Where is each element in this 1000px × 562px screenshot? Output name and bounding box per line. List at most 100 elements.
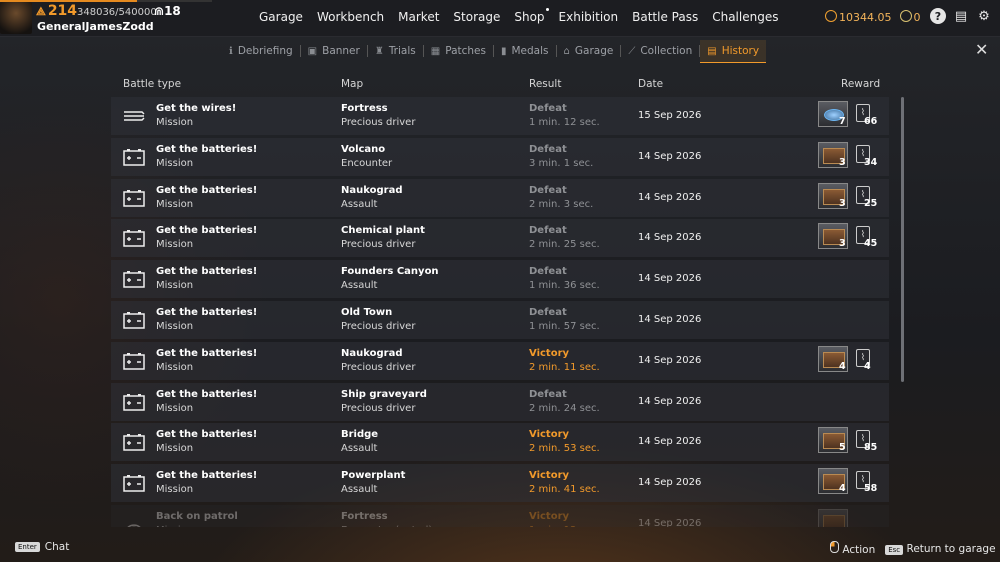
nav-storage[interactable]: Storage bbox=[446, 10, 507, 24]
battle-title: Back on patrol bbox=[156, 511, 238, 522]
result-status: Defeat bbox=[529, 184, 567, 196]
tab-label: Banner bbox=[322, 45, 360, 57]
battle-date: 14 Sep 2026 bbox=[638, 477, 702, 489]
action-hint[interactable]: Action bbox=[830, 541, 875, 556]
tab-garage[interactable]: ⌂ Garage bbox=[557, 40, 621, 62]
battle-title: Get the wires! bbox=[156, 103, 237, 114]
scrollbar[interactable] bbox=[901, 97, 904, 382]
result-status: Defeat bbox=[529, 307, 567, 318]
table-row[interactable]: Get the batteries! Mission Founders Canyon… bbox=[111, 260, 889, 299]
chest-icon bbox=[823, 515, 845, 527]
history-icon: ▤ bbox=[707, 45, 717, 57]
tab-label: Garage bbox=[574, 45, 614, 57]
table-row[interactable]: Get the batteries! Mission Bridge Assault Vi… bbox=[111, 423, 889, 462]
notification-dot bbox=[545, 8, 549, 11]
battle-kind: Mission bbox=[156, 321, 194, 332]
reward-item[interactable] bbox=[818, 509, 848, 527]
result-duration: 2 min. 41 sec. bbox=[529, 484, 600, 496]
table-row[interactable]: Get the batteries! Mission Powerplant Assau… bbox=[111, 464, 889, 503]
reward-scrap-count: 58 bbox=[864, 483, 878, 495]
table-row[interactable]: Back on patrol Mission Fortress Encounter (… bbox=[111, 505, 889, 527]
mouse-icon bbox=[830, 541, 839, 553]
gear-icon[interactable]: ⚙ bbox=[976, 8, 992, 24]
battery-icon bbox=[123, 352, 145, 370]
battle-kind: Mission bbox=[156, 525, 193, 527]
nav-garage[interactable]: Garage bbox=[252, 10, 310, 24]
player-xp: 348036/540000 bbox=[77, 7, 157, 18]
nav-exhibition[interactable]: Exhibition bbox=[552, 10, 626, 24]
result-status: Defeat bbox=[529, 103, 567, 114]
reward-item-count: 3 bbox=[839, 156, 846, 168]
battery-icon bbox=[123, 433, 145, 452]
table-row[interactable]: Get the wires! Mission Fortress Precious dr… bbox=[111, 97, 889, 135]
reward-item-count: 7 bbox=[839, 116, 846, 127]
result-duration: 1 min. 12 sec. bbox=[529, 525, 600, 527]
player-name[interactable]: GeneralJamesZodd bbox=[37, 20, 154, 33]
badges-amount[interactable]: 0 bbox=[899, 10, 921, 24]
result-duration: 2 min. 11 sec. bbox=[529, 361, 600, 373]
battle-kind: Mission bbox=[156, 443, 194, 455]
battle-title: Get the batteries! bbox=[156, 266, 258, 278]
column-date[interactable]: Date bbox=[638, 78, 663, 90]
table-row[interactable]: Get the batteries! Mission Chemical plant P… bbox=[111, 219, 889, 258]
tab-trials[interactable]: ♜ Trials bbox=[368, 40, 423, 62]
battle-date: 14 Sep 2026 bbox=[638, 314, 702, 325]
result-status: Victory bbox=[529, 511, 570, 522]
battle-kind: Mission bbox=[156, 280, 194, 292]
esc-key: Esc bbox=[885, 544, 904, 555]
nav-challenges[interactable]: Challenges bbox=[705, 10, 785, 24]
avatar[interactable] bbox=[0, 2, 32, 34]
battle-date: 14 Sep 2026 bbox=[638, 436, 702, 448]
tab-collection[interactable]: ⟋ Collection bbox=[621, 40, 699, 62]
top-icons: ? ▤ ⚙ bbox=[930, 8, 992, 24]
result-duration: 1 min. 36 sec. bbox=[529, 280, 600, 292]
tab-history[interactable]: ▤ History bbox=[700, 40, 767, 63]
footer-actions: Action Esc Return to garage bbox=[830, 541, 996, 556]
table-row[interactable]: Get the batteries! Mission Volcano Encounte… bbox=[111, 137, 889, 176]
table-row[interactable]: Get the batteries! Mission Old Town Preciou… bbox=[111, 301, 889, 339]
column-battle-type[interactable]: Battle type bbox=[123, 78, 181, 90]
map-name: Naukograd bbox=[341, 184, 403, 196]
top-bar: ⟁ 214 348036/540000 ⋒18 GeneralJamesZodd … bbox=[0, 0, 1000, 37]
nav-shop[interactable]: Shop bbox=[507, 8, 551, 24]
result-status: Defeat bbox=[529, 225, 567, 237]
map-name: Chemical plant bbox=[341, 225, 425, 237]
battle-kind: Mission bbox=[156, 157, 194, 169]
map-mode: Precious driver bbox=[341, 361, 416, 373]
tab-banner[interactable]: ▣ Banner bbox=[301, 40, 367, 62]
player-level: ⟁ 214 bbox=[36, 3, 78, 19]
nav-market[interactable]: Market bbox=[391, 10, 446, 24]
table-row[interactable]: Get the batteries! Mission Naukograd Precio… bbox=[111, 341, 889, 380]
battery-icon bbox=[123, 270, 145, 288]
column-reward[interactable]: Reward bbox=[841, 78, 880, 90]
column-map[interactable]: Map bbox=[341, 78, 363, 90]
help-icon[interactable]: ? bbox=[930, 8, 946, 24]
tab-medals[interactable]: ▮ Medals bbox=[494, 40, 556, 62]
table-row[interactable]: Get the batteries! Mission Naukograd Assaul… bbox=[111, 178, 889, 217]
messages-icon[interactable]: ▤ bbox=[953, 8, 969, 24]
garage-icon: ⌂ bbox=[563, 45, 570, 57]
result-status: Defeat bbox=[529, 143, 567, 155]
return-hint[interactable]: Esc Return to garage bbox=[885, 543, 996, 555]
battle-date: 14 Sep 2026 bbox=[638, 191, 702, 203]
currency-display: 10344.05 0 bbox=[825, 10, 921, 24]
enter-key: Enter bbox=[15, 542, 40, 552]
map-name: Old Town bbox=[341, 307, 393, 318]
medals-icon: ▮ bbox=[500, 45, 507, 57]
result-duration: 3 min. 1 sec. bbox=[529, 157, 594, 169]
tab-debriefing[interactable]: ℹ Debriefing bbox=[222, 40, 300, 62]
map-mode: Precious driver bbox=[341, 239, 416, 251]
nav-workbench[interactable]: Workbench bbox=[310, 10, 391, 24]
table-row[interactable]: Get the batteries! Mission Ship graveyard P… bbox=[111, 382, 889, 421]
battery-icon bbox=[123, 229, 145, 248]
coins-amount[interactable]: 10344.05 bbox=[825, 10, 892, 24]
result-duration: 1 min. 57 sec. bbox=[529, 321, 600, 332]
column-result[interactable]: Result bbox=[529, 78, 561, 90]
chat-hint[interactable]: Enter Chat bbox=[15, 541, 69, 553]
nav-battle-pass[interactable]: Battle Pass bbox=[625, 10, 705, 24]
tab-patches[interactable]: ▦ Patches bbox=[424, 40, 493, 62]
map-mode: Assault bbox=[341, 198, 378, 210]
map-mode: Assault bbox=[341, 443, 378, 455]
close-icon[interactable]: ✕ bbox=[975, 40, 988, 59]
chat-label: Chat bbox=[44, 541, 70, 553]
